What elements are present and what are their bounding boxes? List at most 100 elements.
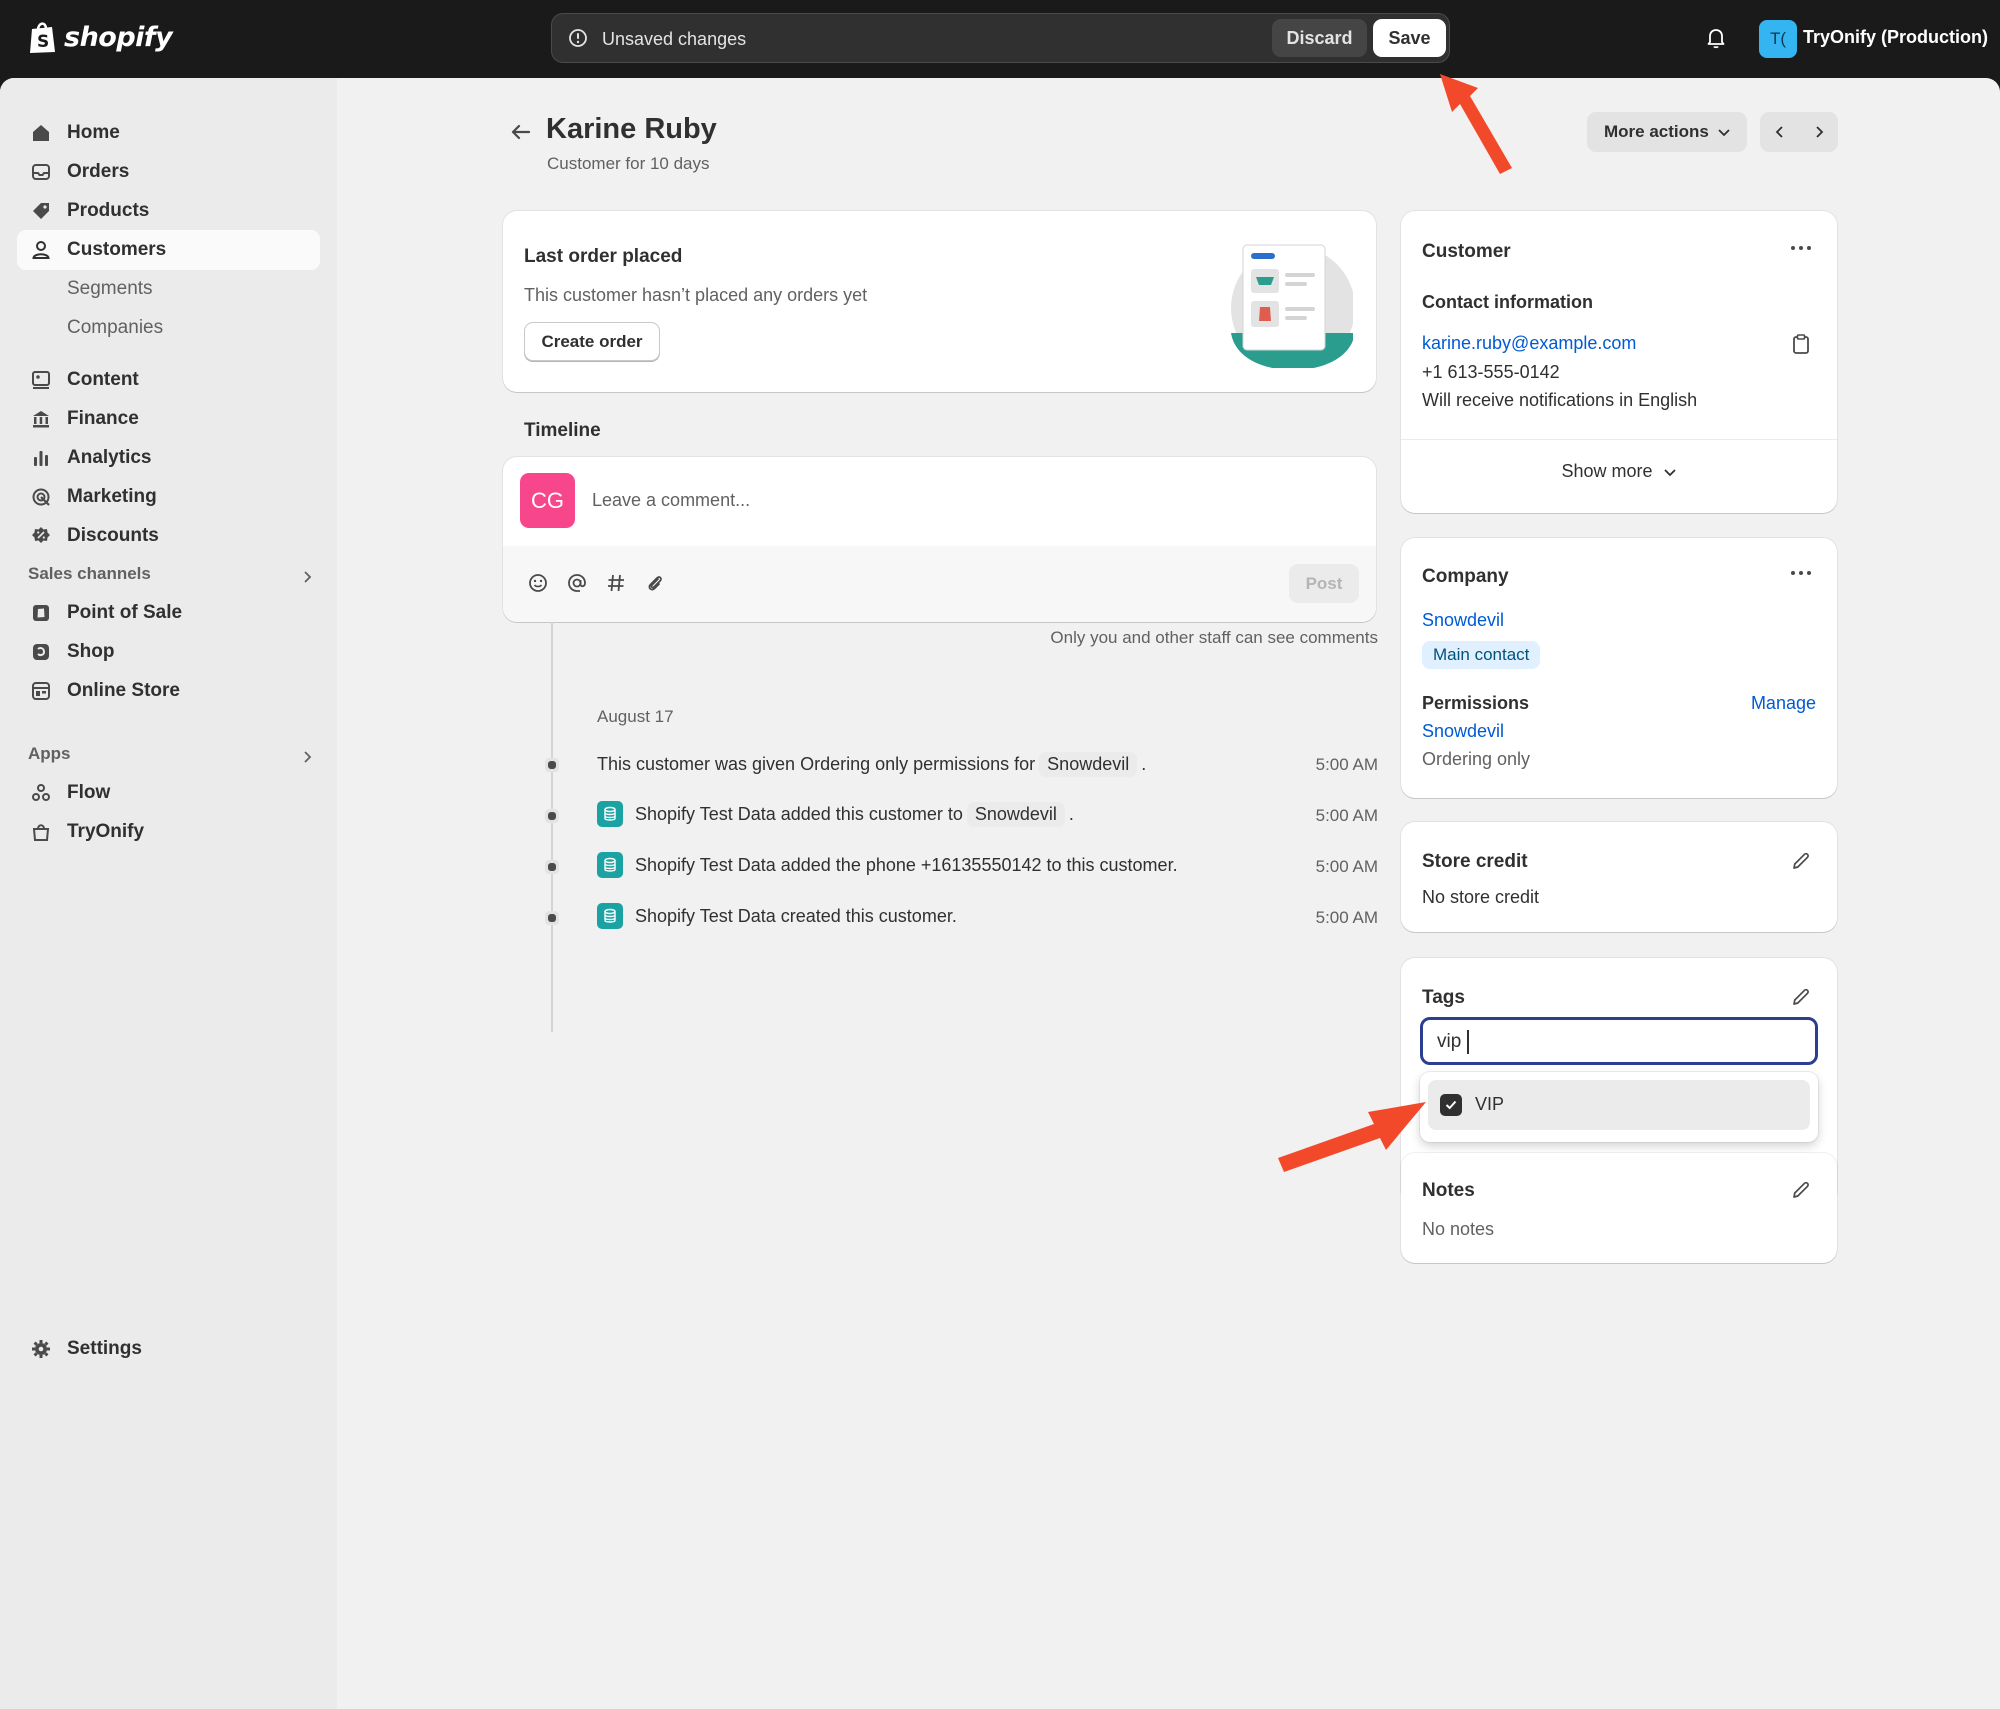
store-name[interactable]: TryOnify (Production) — [1803, 27, 1988, 48]
timeline-event: Shopify Test Data added the phone +16135… — [597, 852, 1178, 878]
sidebar-item-finance[interactable]: Finance — [17, 399, 320, 439]
tag-icon — [33, 203, 49, 219]
sidebar-item-label: Discounts — [67, 525, 159, 546]
shopify-logo[interactable]: S shopify — [28, 20, 173, 54]
target-icon — [32, 488, 50, 506]
sales-channels-heading: Sales channels — [28, 564, 151, 583]
bag-icon — [32, 824, 50, 841]
apps-heading: Apps — [28, 744, 71, 763]
customer-card: Customer Contact information karine.ruby… — [1401, 211, 1837, 513]
staff-comments-note: Only you and other staff can see comment… — [1050, 628, 1378, 647]
admin-frame: Home Orders Products Customers Segments … — [0, 78, 2000, 1709]
store-avatar[interactable]: T( — [1759, 20, 1797, 58]
shopify-wordmark: shopify — [64, 21, 173, 53]
last-order-card: Last order placed This customer hasn’t p… — [503, 211, 1376, 392]
notification-language: Will receive notifications in English — [1422, 390, 1698, 410]
sidebar-item-home[interactable]: Home — [17, 113, 320, 153]
annotation-arrow-save — [1440, 74, 1512, 174]
tag-option-vip[interactable]: VIP — [1428, 1080, 1810, 1130]
create-order-button[interactable]: Create order — [524, 322, 660, 361]
mention-icon[interactable] — [566, 572, 588, 594]
sidebar-item-label: Customers — [67, 239, 167, 260]
emoji-icon[interactable] — [527, 572, 549, 594]
sidebar-item-segments[interactable]: Segments — [17, 269, 320, 309]
pencil-icon[interactable] — [1791, 1180, 1811, 1200]
next-button[interactable] — [1799, 112, 1838, 152]
company-link[interactable]: Snowdevil — [1422, 610, 1504, 631]
timeline-event: Shopify Test Data created this customer. — [597, 903, 957, 929]
sidebar-item-companies[interactable]: Companies — [17, 308, 320, 348]
notes-card: Notes No notes — [1401, 1153, 1837, 1263]
hashtag-icon[interactable] — [605, 572, 627, 594]
manage-permissions-link[interactable]: Manage — [1751, 693, 1816, 714]
more-options-icon[interactable] — [1789, 568, 1815, 578]
event-text-end: . — [1068, 803, 1074, 824]
back-arrow-icon[interactable] — [507, 118, 535, 146]
post-button[interactable]: Post — [1289, 564, 1359, 603]
sidebar-item-point-of-sale[interactable]: Point of Sale — [17, 593, 320, 633]
sidebar-item-products[interactable]: Products — [17, 191, 320, 231]
bar-chart-icon — [34, 451, 48, 466]
previous-button[interactable] — [1760, 112, 1799, 152]
company-pill[interactable]: Snowdevil — [1039, 752, 1138, 777]
svg-text:S: S — [37, 32, 49, 52]
show-more-button[interactable]: Show more — [1401, 461, 1837, 482]
bell-icon[interactable] — [1704, 26, 1728, 50]
pos-icon — [33, 605, 49, 621]
more-actions-button[interactable]: More actions — [1587, 112, 1747, 152]
company-pill[interactable]: Snowdevil — [966, 801, 1065, 827]
sidebar-item-settings[interactable]: Settings — [17, 1329, 320, 1369]
sidebar-item-content[interactable]: Content — [17, 360, 320, 400]
sidebar-item-flow[interactable]: Flow — [17, 773, 320, 813]
timeline-dot — [545, 860, 559, 874]
annotation-arrow-tag — [1278, 1102, 1426, 1172]
shopify-bag-icon: S — [30, 22, 55, 53]
chevron-right-icon[interactable] — [300, 750, 314, 764]
customer-email[interactable]: karine.ruby@example.com — [1422, 333, 1636, 354]
tags-title: Tags — [1422, 987, 1465, 1008]
customer-phone: +1 613-555-0142 — [1422, 362, 1560, 382]
top-bar: S shopify Unsaved changes Discard Save T… — [0, 0, 2000, 78]
avatar: CG — [520, 473, 575, 528]
chevron-down-icon — [1663, 468, 1676, 476]
sidebar-item-online-store[interactable]: Online Store — [17, 671, 320, 711]
sidebar-item-analytics[interactable]: Analytics — [17, 438, 320, 478]
content-icon — [32, 371, 50, 389]
customer-card-title: Customer — [1422, 241, 1511, 262]
person-icon — [32, 241, 50, 259]
store-credit-value: No store credit — [1422, 887, 1540, 907]
contact-info-heading: Contact information — [1422, 292, 1593, 312]
more-options-icon[interactable] — [1789, 243, 1815, 253]
attachment-icon[interactable] — [644, 572, 666, 594]
permissions-company-link[interactable]: Snowdevil — [1422, 721, 1504, 742]
sidebar-item-tryonify[interactable]: TryOnify — [17, 812, 320, 852]
timeline-title: Timeline — [524, 420, 601, 441]
discard-button[interactable]: Discard — [1272, 19, 1367, 57]
checkbox-checked-icon[interactable] — [1440, 1094, 1462, 1116]
sidebar-item-shop[interactable]: Shop — [17, 632, 320, 672]
comment-input[interactable]: Leave a comment... — [592, 490, 750, 511]
store-icon — [32, 682, 50, 700]
company-card: Company Snowdevil Main contact Permissio… — [1401, 538, 1837, 798]
copy-icon[interactable] — [1791, 333, 1811, 355]
sidebar: Home Orders Products Customers Segments … — [0, 78, 337, 1709]
sidebar-item-customers[interactable]: Customers — [17, 230, 320, 270]
sidebar-item-discounts[interactable]: Discounts — [17, 516, 320, 556]
page-title: Karine Ruby — [546, 113, 717, 145]
timeline-dot — [545, 809, 559, 823]
save-button[interactable]: Save — [1373, 19, 1446, 57]
pencil-icon[interactable] — [1791, 987, 1811, 1007]
sidebar-item-marketing[interactable]: Marketing — [17, 477, 320, 517]
company-card-title: Company — [1422, 566, 1509, 587]
flow-icon — [32, 784, 50, 801]
sidebar-item-orders[interactable]: Orders — [17, 152, 320, 192]
event-text: Shopify Test Data added the phone +16135… — [635, 854, 1178, 875]
timeline-line — [551, 622, 553, 1032]
pencil-icon[interactable] — [1791, 851, 1811, 871]
timeline-dot — [545, 911, 559, 925]
tags-input[interactable]: vip — [1420, 1017, 1818, 1065]
chevron-right-icon[interactable] — [300, 570, 314, 584]
timeline-date: August 17 — [597, 707, 674, 726]
home-icon — [33, 125, 49, 141]
sidebar-item-label: Shop — [67, 641, 115, 662]
